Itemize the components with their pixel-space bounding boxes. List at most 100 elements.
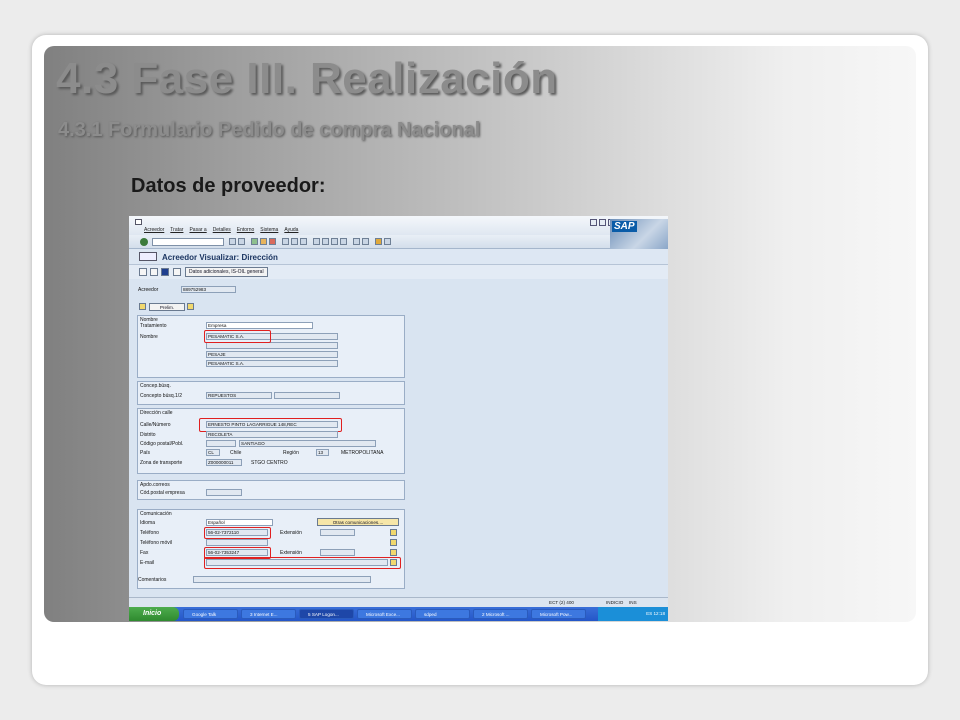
nombre-field-4: PESAMATIC S.A.	[206, 360, 338, 367]
extension2-label: Extensión	[280, 550, 302, 556]
help-icon[interactable]	[375, 238, 382, 245]
back-icon[interactable]	[229, 238, 236, 245]
poblacion-field: SANTIAGO	[239, 440, 376, 447]
distrito-label: Distrito	[140, 432, 156, 438]
cancel-icon[interactable]	[269, 238, 276, 245]
group-concepto-title: Concep.búsq.	[140, 383, 171, 389]
menu-tratar[interactable]: Tratar	[170, 227, 183, 233]
region-name: METROPOLITANA	[341, 450, 384, 456]
concepto-field-2	[274, 392, 340, 399]
edit-icon[interactable]	[139, 268, 147, 276]
email-label: E-mail	[140, 560, 155, 566]
windows-taskbar: Inicio Google Talk 3 Internet E... 5 SAP…	[129, 607, 668, 621]
telefono-more-icon[interactable]	[390, 529, 397, 536]
menu-pasar-a[interactable]: Pasar a	[189, 227, 206, 233]
concepto-field: REPUESTOS	[206, 392, 272, 399]
tray-clock: 12:18	[653, 611, 666, 616]
tratamiento-select[interactable]: Empresa	[206, 322, 313, 329]
task-google-talk[interactable]: Google Talk	[183, 609, 238, 619]
nombre-highlight	[204, 330, 271, 343]
status-system: ECT (2) 400	[549, 600, 574, 605]
maximize-icon[interactable]	[599, 219, 606, 226]
status-mode: INS	[629, 600, 637, 605]
sap-logo-text: SAP	[612, 221, 637, 232]
extension2-field	[320, 549, 355, 556]
sap-menubar: Acreedor Tratar Pasar a Detalles Entorno…	[129, 216, 668, 235]
movil-more-icon[interactable]	[390, 539, 397, 546]
zona-label: Zona de transporte	[140, 460, 183, 466]
task-powerpoint[interactable]: Microsoft Pow...	[531, 609, 586, 619]
first-page-icon[interactable]	[313, 238, 320, 245]
additional-data-button[interactable]: Datos adicionales, IS-OIL general	[185, 267, 268, 277]
sap-screenshot: Acreedor Tratar Pasar a Detalles Entorno…	[129, 216, 668, 621]
pais-label: País	[140, 450, 151, 456]
exit-icon[interactable]	[260, 238, 267, 245]
task-microsoft[interactable]: 2 Microsoft ...	[473, 609, 528, 619]
enter-icon[interactable]	[140, 238, 148, 246]
start-button[interactable]: Inicio	[129, 607, 179, 621]
menu-entorno[interactable]: Entorno	[237, 227, 255, 233]
menu-ayuda[interactable]: Ayuda	[284, 227, 298, 233]
comentarios-field	[193, 576, 371, 583]
pais-field: CL	[206, 449, 220, 456]
task-internet-explorer[interactable]: 3 Internet E...	[241, 609, 296, 619]
back-nav-icon[interactable]	[251, 238, 258, 245]
print-icon[interactable]	[282, 238, 289, 245]
zona-field: Z000000011	[206, 459, 242, 466]
screen-title: Acreedor Visualizar: Dirección	[162, 253, 278, 262]
movil-field	[206, 539, 268, 546]
shortcut-icon[interactable]	[362, 238, 369, 245]
group-direccion-title: Dirección calle	[140, 410, 173, 416]
info-icon[interactable]	[161, 268, 169, 276]
minimize-icon[interactable]	[590, 219, 597, 226]
email-highlight	[204, 557, 401, 569]
other-object-icon[interactable]	[150, 268, 158, 276]
task-sap-logon[interactable]: 5 SAP Logon...	[299, 609, 354, 619]
concepto-label: Concepto búsq.1/2	[140, 393, 182, 399]
fax-label: Fax	[140, 550, 149, 556]
comentarios-label: Comentarios	[138, 577, 167, 583]
extension-label: Extensión	[280, 530, 302, 536]
region-field: 13	[316, 449, 329, 456]
region-label: Región	[283, 450, 299, 456]
task-sdped[interactable]: sdped	[415, 609, 470, 619]
otras-comunicaciones-button[interactable]: Otras comunicaciones....	[317, 518, 399, 526]
cp-field	[206, 440, 236, 447]
sap-title-bar: Acreedor Visualizar: Dirección	[129, 249, 668, 265]
find-next-icon[interactable]	[300, 238, 307, 245]
nombre-field-2	[206, 342, 338, 349]
prelim-button[interactable]: Prelim.	[149, 303, 185, 311]
last-page-icon[interactable]	[340, 238, 347, 245]
sap-menu: Acreedor Tratar Pasar a Detalles Entorno…	[144, 227, 298, 233]
window-icon[interactable]	[135, 219, 142, 225]
navigate-icon[interactable]	[173, 268, 181, 276]
fax-more-icon[interactable]	[390, 549, 397, 556]
idioma-select[interactable]: Español	[206, 519, 273, 526]
menu-acreedor[interactable]: Acreedor	[144, 227, 164, 233]
find-icon[interactable]	[291, 238, 298, 245]
sap-standard-toolbar	[129, 235, 610, 249]
prev-page-icon[interactable]	[322, 238, 329, 245]
pais-name: Chile	[230, 450, 242, 456]
tray-language[interactable]: ES	[646, 611, 652, 616]
command-field[interactable]	[152, 238, 224, 246]
international-icon[interactable]	[187, 303, 194, 310]
idioma-label: Idioma	[140, 520, 156, 526]
acreedor-label: Acreedor	[138, 287, 159, 293]
save-icon[interactable]	[238, 238, 245, 245]
acreedor-field: 889752983	[181, 286, 236, 293]
menu-sistema[interactable]: Sistema	[260, 227, 278, 233]
status-server: INDICIO	[606, 600, 624, 605]
new-session-icon[interactable]	[353, 238, 360, 245]
sap-logo: SAP	[610, 219, 668, 249]
address-icon[interactable]	[139, 303, 146, 310]
layout-icon[interactable]	[384, 238, 391, 245]
display-icon	[139, 252, 157, 261]
task-excel[interactable]: Microsoft Exce...	[357, 609, 412, 619]
menu-detalles[interactable]: Detalles	[213, 227, 231, 233]
sap-application-toolbar: Datos adicionales, IS-OIL general	[129, 265, 668, 279]
apdo-field	[206, 489, 242, 496]
next-page-icon[interactable]	[331, 238, 338, 245]
distrito-field: RECOLETA	[206, 431, 338, 438]
sap-form: Acreedor 889752983 Prelim. Nombre Tratam…	[136, 279, 661, 597]
